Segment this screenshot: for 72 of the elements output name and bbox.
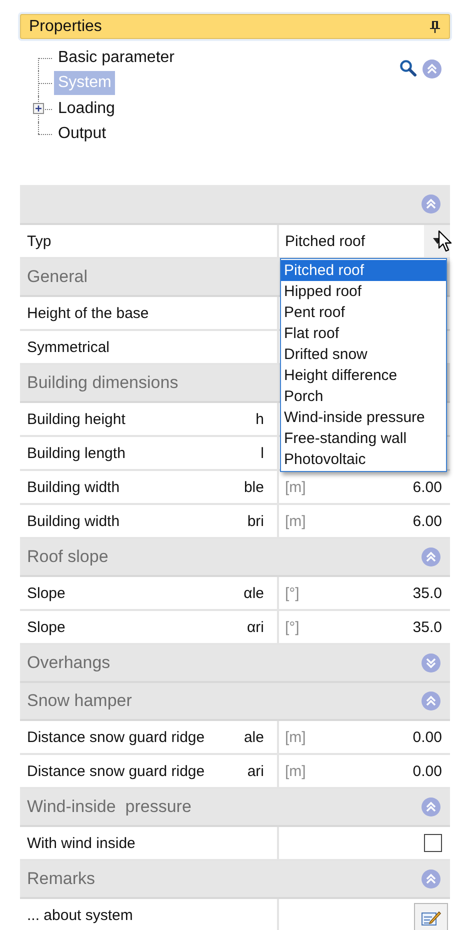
property-label: Distance snow guard ridge bbox=[27, 728, 205, 746]
edit-button[interactable] bbox=[414, 903, 448, 930]
value-field[interactable]: 0.00 bbox=[412, 762, 442, 780]
unit-label: [m] bbox=[285, 512, 306, 530]
dropdown-option[interactable]: Photovoltaic bbox=[281, 449, 446, 470]
tree-item[interactable]: Basic parameter bbox=[54, 46, 178, 70]
property-label: Typ bbox=[27, 232, 52, 250]
unit-label: [m] bbox=[285, 762, 306, 780]
property-symbol: ari bbox=[247, 762, 264, 780]
collapse-icon[interactable] bbox=[421, 869, 441, 889]
dropdown-option[interactable]: Pent roof bbox=[281, 302, 446, 323]
dropdown-option[interactable]: Drifted snow bbox=[281, 344, 446, 365]
dropdown-option[interactable]: Pitched roof bbox=[281, 260, 446, 281]
property-label: Symmetrical bbox=[27, 338, 110, 356]
group-title: Remarks bbox=[27, 869, 96, 889]
tree-item[interactable]: Output bbox=[54, 122, 110, 146]
expand-icon[interactable] bbox=[421, 653, 441, 673]
property-symbol: l bbox=[260, 444, 264, 462]
property-label: ... about system bbox=[27, 906, 133, 924]
group-title: Building dimensions bbox=[27, 373, 178, 393]
property-label: Slope bbox=[27, 584, 66, 602]
group-header[interactable]: Snow hamper bbox=[20, 683, 450, 721]
property-symbol: ble bbox=[244, 478, 264, 496]
pin-icon[interactable] bbox=[429, 20, 441, 34]
value-field[interactable]: 35.0 bbox=[412, 584, 442, 602]
group-title: Wind-inside pressure bbox=[27, 797, 192, 817]
unit-label: [°] bbox=[285, 618, 300, 636]
group-title: Roof slope bbox=[27, 547, 108, 567]
value-field[interactable]: 6.00 bbox=[412, 478, 442, 496]
search-icon[interactable] bbox=[399, 59, 417, 77]
dropdown-option[interactable]: Height difference bbox=[281, 365, 446, 386]
group-header[interactable]: Remarks bbox=[20, 861, 450, 899]
group-title: Overhangs bbox=[27, 653, 110, 673]
property-label: Distance snow guard ridge bbox=[27, 762, 205, 780]
dropdown-value[interactable]: Pitched roof bbox=[285, 232, 366, 250]
dropdown-option[interactable]: Free-standing wall bbox=[281, 428, 446, 449]
collapse-icon[interactable] bbox=[422, 59, 442, 79]
property-label: Height of the base bbox=[27, 304, 149, 322]
group-title: Snow hamper bbox=[27, 691, 132, 711]
property-label: With wind inside bbox=[27, 834, 136, 852]
property-symbol: bri bbox=[247, 512, 264, 530]
group-header[interactable]: Wind-inside pressure bbox=[20, 789, 450, 827]
collapse-icon[interactable] bbox=[421, 691, 441, 711]
property-symbol: αle bbox=[244, 584, 264, 602]
property-label: Slope bbox=[27, 618, 66, 636]
panel-title: Properties bbox=[29, 18, 102, 36]
dropdown-option[interactable]: Flat roof bbox=[281, 323, 446, 344]
value-field[interactable]: 35.0 bbox=[412, 618, 442, 636]
group-header[interactable]: Overhangs bbox=[20, 645, 450, 683]
property-label: Building length bbox=[27, 444, 126, 462]
expand-button[interactable] bbox=[33, 103, 44, 114]
collapse-icon[interactable] bbox=[421, 547, 441, 567]
group-title: General bbox=[27, 267, 88, 287]
unit-label: [m] bbox=[285, 728, 306, 746]
unit-label: [m] bbox=[285, 478, 306, 496]
property-label: Building width bbox=[27, 478, 120, 496]
checkbox[interactable] bbox=[424, 834, 442, 852]
value-field[interactable]: 0.00 bbox=[412, 728, 442, 746]
collapse-icon[interactable] bbox=[421, 797, 441, 817]
property-symbol: h bbox=[256, 410, 264, 428]
dropdown-option[interactable]: Wind-inside pressure bbox=[281, 407, 446, 428]
property-symbol: αri bbox=[247, 618, 264, 636]
notepad-pencil-icon bbox=[421, 910, 441, 926]
value-field[interactable]: 6.00 bbox=[412, 512, 442, 530]
tree-item[interactable]: Loading bbox=[54, 96, 119, 121]
group-header[interactable]: Roof slope bbox=[20, 539, 450, 577]
property-label: Building width bbox=[27, 512, 120, 530]
property-symbol: ale bbox=[244, 728, 264, 746]
mouse-pointer-icon bbox=[438, 230, 452, 252]
unit-label: [°] bbox=[285, 584, 300, 602]
property-label: Building height bbox=[27, 410, 126, 428]
collapse-icon[interactable] bbox=[421, 194, 441, 214]
